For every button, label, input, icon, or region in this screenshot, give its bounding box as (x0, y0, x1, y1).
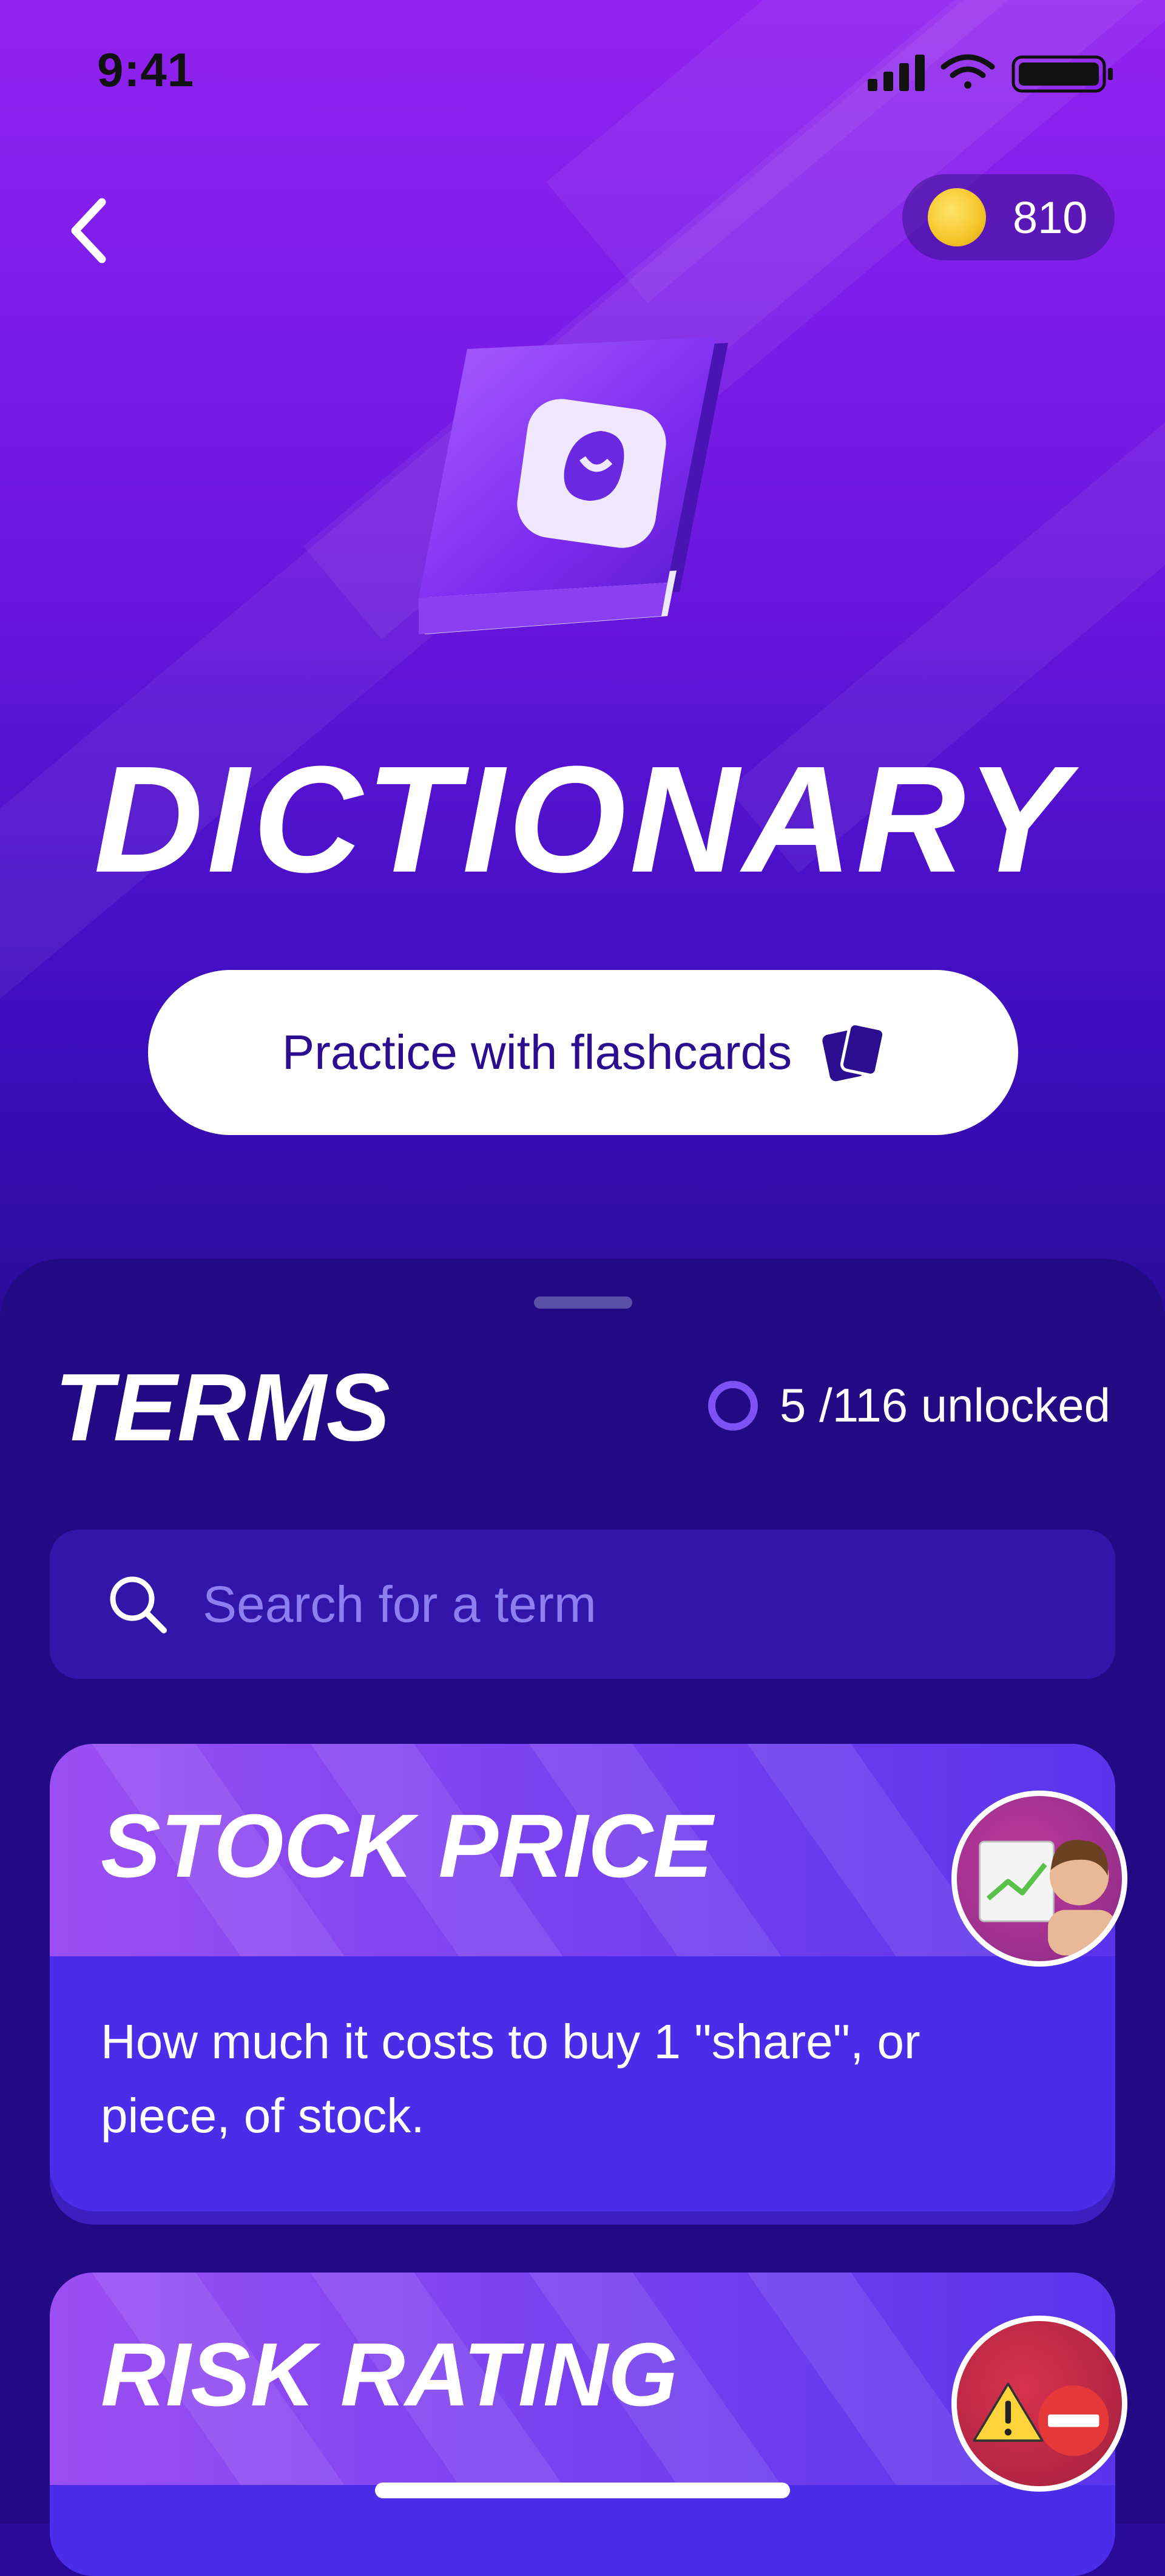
search-input[interactable] (201, 1574, 1053, 1635)
term-title: STOCK PRICE (101, 1796, 713, 1896)
stock-chart-avatar-icon (951, 1791, 1127, 1967)
unlocked-progress: 5 /116 unlocked (708, 1378, 1110, 1433)
coin-icon (928, 188, 986, 246)
signal-icon (868, 55, 925, 91)
battery-icon (1011, 55, 1113, 93)
flashcards-icon (822, 1022, 885, 1082)
home-indicator[interactable] (375, 2483, 790, 2498)
page-title: DICTIONARY (93, 734, 1072, 904)
warning-avatar-icon (951, 2316, 1127, 2492)
status-icons (868, 54, 1113, 93)
wifi-icon (940, 54, 995, 89)
progress-ring-icon (708, 1380, 758, 1431)
search-bar[interactable] (50, 1530, 1115, 1679)
term-card-stock-price[interactable]: STOCK PRICE How much it costs to buy 1 "… (50, 1744, 1115, 2211)
dictionary-book-icon (419, 337, 728, 634)
status-time: 9:41 (97, 43, 195, 97)
sheet-grabber[interactable] (534, 1296, 632, 1309)
terms-heading: TERMS (55, 1354, 390, 1461)
term-title: RISK RATING (101, 2325, 678, 2425)
unlocked-count: 5 /116 unlocked (780, 1378, 1110, 1432)
back-button[interactable] (55, 191, 121, 270)
chevron-left-icon (71, 198, 106, 263)
term-definition: How much it costs to buy 1 "share", or p… (101, 2015, 920, 2143)
coin-balance[interactable]: 810 (902, 174, 1115, 260)
practice-button-label: Practice with flashcards (282, 1025, 792, 1079)
search-icon (110, 1576, 167, 1633)
coin-count: 810 (1013, 192, 1088, 243)
practice-flashcards-button[interactable]: Practice with flashcards (148, 970, 1018, 1135)
